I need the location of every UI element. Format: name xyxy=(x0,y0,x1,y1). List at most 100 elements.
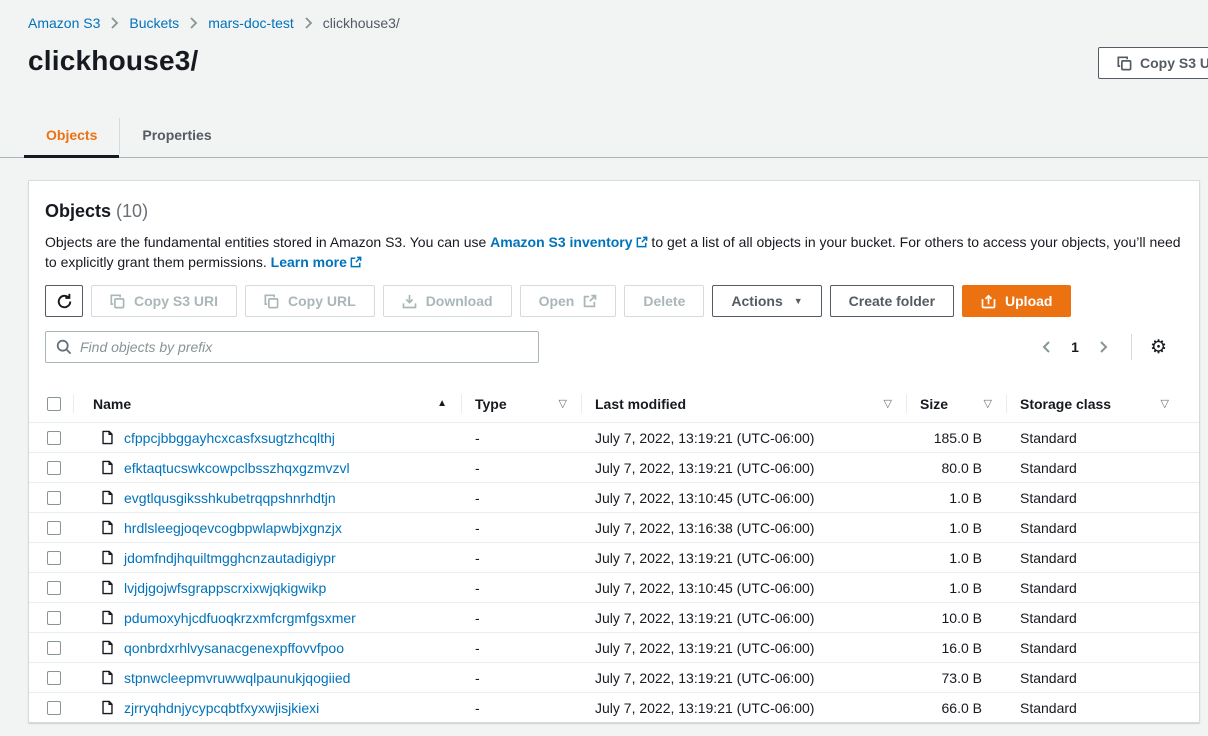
row-checkbox[interactable] xyxy=(47,671,61,685)
search-row: 1 ⚙ xyxy=(45,331,1183,363)
object-name-link[interactable]: evgtlqusgiksshkubetrqqpshnrhdtjn xyxy=(124,490,336,506)
copy-icon xyxy=(1117,56,1132,71)
object-size: 1.0 B xyxy=(906,483,1006,512)
file-icon xyxy=(101,580,114,595)
breadcrumb-current-folder: clickhouse3/ xyxy=(323,15,400,31)
object-name-link[interactable]: efktaqtucswkcowpclbsszhqxgzmvzvl xyxy=(124,460,350,476)
refresh-icon xyxy=(56,293,73,310)
object-name-link[interactable]: hrdlsleegjoqevcogbpwlapwbjxgnzjx xyxy=(124,520,342,536)
actions-dropdown-button[interactable]: Actions ▼ xyxy=(712,285,821,317)
file-icon xyxy=(101,550,114,565)
file-icon xyxy=(101,490,114,505)
row-checkbox[interactable] xyxy=(47,551,61,565)
row-checkbox[interactable] xyxy=(47,581,61,595)
object-type: - xyxy=(461,453,581,482)
gear-icon: ⚙ xyxy=(1150,337,1167,358)
learn-more-link[interactable]: Learn more xyxy=(271,254,347,270)
column-header-storage-class[interactable]: Storage class ▽ xyxy=(1006,385,1183,422)
preferences-gear-button[interactable]: ⚙ xyxy=(1146,336,1171,359)
object-rows: cfppcjbbggayhcxcasfxsugtzhcqlthj - July … xyxy=(29,422,1199,722)
object-size: 66.0 B xyxy=(906,693,1006,722)
file-icon xyxy=(101,610,114,625)
file-icon xyxy=(101,520,114,535)
copy-icon xyxy=(264,294,279,309)
object-storage-class: Standard xyxy=(1006,603,1183,632)
upload-button[interactable]: Upload xyxy=(962,285,1071,317)
object-last-modified: July 7, 2022, 13:19:21 (UTC-06:00) xyxy=(581,603,906,632)
row-checkbox[interactable] xyxy=(47,641,61,655)
sort-ascending-icon: ▲ xyxy=(437,398,447,409)
object-name-link[interactable]: cfppcjbbggayhcxcasfxsugtzhcqlthj xyxy=(124,430,335,446)
copy-s3-uri-button[interactable]: Copy S3 URI xyxy=(1098,47,1208,79)
pagination: 1 ⚙ xyxy=(1033,334,1183,360)
chevron-right-icon xyxy=(189,17,198,29)
chevron-right-icon xyxy=(304,17,313,29)
objects-heading: Objects (10) xyxy=(45,201,1183,222)
objects-table: Name ▲ Type ▽ Last modified ▽ Size ▽ Sto… xyxy=(29,385,1199,722)
column-header-type[interactable]: Type ▽ xyxy=(461,385,581,422)
row-checkbox[interactable] xyxy=(47,431,61,445)
page-title: clickhouse3/ xyxy=(28,45,1208,77)
row-checkbox[interactable] xyxy=(47,611,61,625)
row-checkbox[interactable] xyxy=(47,701,61,715)
table-row: lvjdjgojwfsgrappscrxixwjqkigwikp - July … xyxy=(29,572,1199,602)
row-checkbox[interactable] xyxy=(47,491,61,505)
table-row: jdomfndjhquiltmgghcnzautadigiypr - July … xyxy=(29,542,1199,572)
object-storage-class: Standard xyxy=(1006,543,1183,572)
select-all-checkbox[interactable] xyxy=(47,397,61,411)
chevron-right-icon xyxy=(1099,340,1109,354)
search-input[interactable] xyxy=(45,331,539,363)
object-type: - xyxy=(461,633,581,662)
next-page-button[interactable] xyxy=(1091,336,1117,358)
copy-s3-uri-toolbar-button[interactable]: Copy S3 URI xyxy=(91,285,237,317)
object-last-modified: July 7, 2022, 13:19:21 (UTC-06:00) xyxy=(581,453,906,482)
sort-icon: ▽ xyxy=(884,397,892,410)
previous-page-button[interactable] xyxy=(1033,336,1059,358)
file-icon xyxy=(101,670,114,685)
object-storage-class: Standard xyxy=(1006,573,1183,602)
tab-properties[interactable]: Properties xyxy=(120,115,233,157)
object-size: 185.0 B xyxy=(906,423,1006,452)
refresh-button[interactable] xyxy=(45,285,83,317)
copy-icon xyxy=(110,294,125,309)
object-name-link[interactable]: jdomfndjhquiltmgghcnzautadigiypr xyxy=(124,550,336,566)
copy-url-button[interactable]: Copy URL xyxy=(245,285,375,317)
object-last-modified: July 7, 2022, 13:19:21 (UTC-06:00) xyxy=(581,693,906,722)
object-name-link[interactable]: stpnwcleepmvruwwqlpaunukjqogiied xyxy=(124,670,350,686)
external-link-icon xyxy=(350,256,362,268)
object-name-link[interactable]: qonbrdxrhlvysanacgenexpffovvfpoo xyxy=(124,640,344,656)
sort-icon: ▽ xyxy=(559,397,567,410)
object-name-link[interactable]: lvjdjgojwfsgrappscrxixwjqkigwikp xyxy=(124,580,326,596)
column-header-name[interactable]: Name ▲ xyxy=(73,385,461,422)
tab-bar: Objects Properties xyxy=(0,115,1208,158)
column-header-size[interactable]: Size ▽ xyxy=(906,385,1006,422)
table-row: pdumoxyhjcdfuoqkrzxmfcrgmfgsxmer - July … xyxy=(29,602,1199,632)
object-name-link[interactable]: pdumoxyhjcdfuoqkrzxmfcrgmfgsxmer xyxy=(124,610,356,626)
object-last-modified: July 7, 2022, 13:10:45 (UTC-06:00) xyxy=(581,573,906,602)
table-header-row: Name ▲ Type ▽ Last modified ▽ Size ▽ Sto… xyxy=(29,385,1199,422)
delete-button[interactable]: Delete xyxy=(624,285,704,317)
chevron-right-icon xyxy=(110,17,119,29)
object-storage-class: Standard xyxy=(1006,633,1183,662)
object-storage-class: Standard xyxy=(1006,423,1183,452)
amazon-s3-inventory-link[interactable]: Amazon S3 inventory xyxy=(490,234,632,250)
object-name-link[interactable]: zjrryqhdnjycypcqbtfxyxwjisjkiexi xyxy=(124,700,319,716)
tab-objects[interactable]: Objects xyxy=(24,115,119,157)
table-row: zjrryqhdnjycypcqbtfxyxwjisjkiexi - July … xyxy=(29,692,1199,722)
object-size: 80.0 B xyxy=(906,453,1006,482)
download-button[interactable]: Download xyxy=(383,285,512,317)
object-size: 1.0 B xyxy=(906,543,1006,572)
open-button[interactable]: Open xyxy=(520,285,617,317)
table-row: hrdlsleegjoqevcogbpwlapwbjxgnzjx - July … xyxy=(29,512,1199,542)
breadcrumb-amazon-s3[interactable]: Amazon S3 xyxy=(28,15,100,31)
breadcrumb-bucket-name[interactable]: mars-doc-test xyxy=(208,15,294,31)
table-row: evgtlqusgiksshkubetrqqpshnrhdtjn - July … xyxy=(29,482,1199,512)
objects-count: (10) xyxy=(116,201,148,221)
row-checkbox[interactable] xyxy=(47,461,61,475)
object-type: - xyxy=(461,663,581,692)
row-checkbox[interactable] xyxy=(47,521,61,535)
column-header-last-modified[interactable]: Last modified ▽ xyxy=(581,385,906,422)
create-folder-button[interactable]: Create folder xyxy=(830,285,954,317)
breadcrumb-buckets[interactable]: Buckets xyxy=(129,15,179,31)
object-last-modified: July 7, 2022, 13:10:45 (UTC-06:00) xyxy=(581,483,906,512)
